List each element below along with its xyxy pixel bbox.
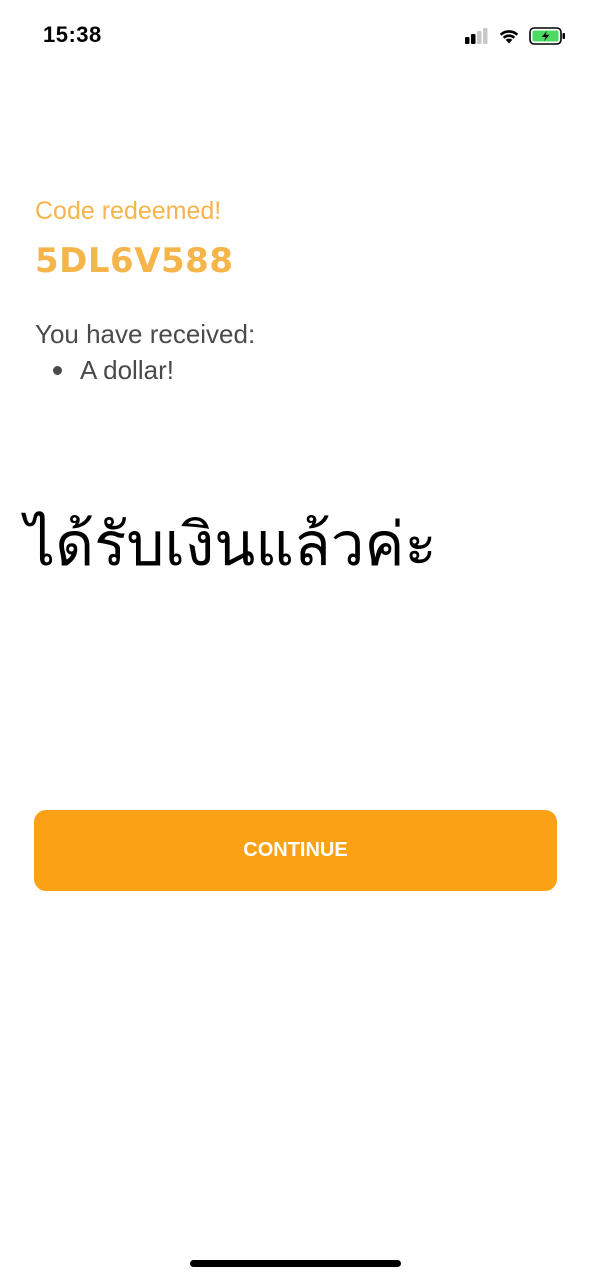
- list-item: A dollar!: [35, 352, 555, 388]
- redeem-result: Code redeemed! 5DL6V588 You have receive…: [35, 195, 555, 388]
- status-icons: [465, 24, 567, 48]
- reward-list: A dollar!: [35, 352, 555, 388]
- received-label: You have received:: [35, 319, 256, 349]
- redeem-screen: 15:38 Code redeemed! 5DL6V588 You have r…: [0, 0, 591, 1280]
- reward-item-label: A dollar!: [80, 355, 174, 385]
- battery-charging-icon: [529, 27, 565, 45]
- bullet-icon: [53, 366, 62, 375]
- continue-button[interactable]: CONTINUE: [34, 810, 557, 891]
- overlay-caption: ได้รับเงินแล้วค่ะ: [25, 510, 437, 580]
- wifi-icon: [499, 30, 519, 44]
- status-bar: 15:38: [0, 0, 591, 72]
- redeemed-title: Code redeemed!: [35, 197, 222, 225]
- home-indicator[interactable]: [190, 1260, 401, 1267]
- signal-icon: [465, 28, 488, 44]
- continue-button-label: CONTINUE: [243, 839, 348, 861]
- redeemed-code: 5DL6V588: [35, 241, 234, 281]
- status-time: 15:38: [43, 22, 102, 47]
